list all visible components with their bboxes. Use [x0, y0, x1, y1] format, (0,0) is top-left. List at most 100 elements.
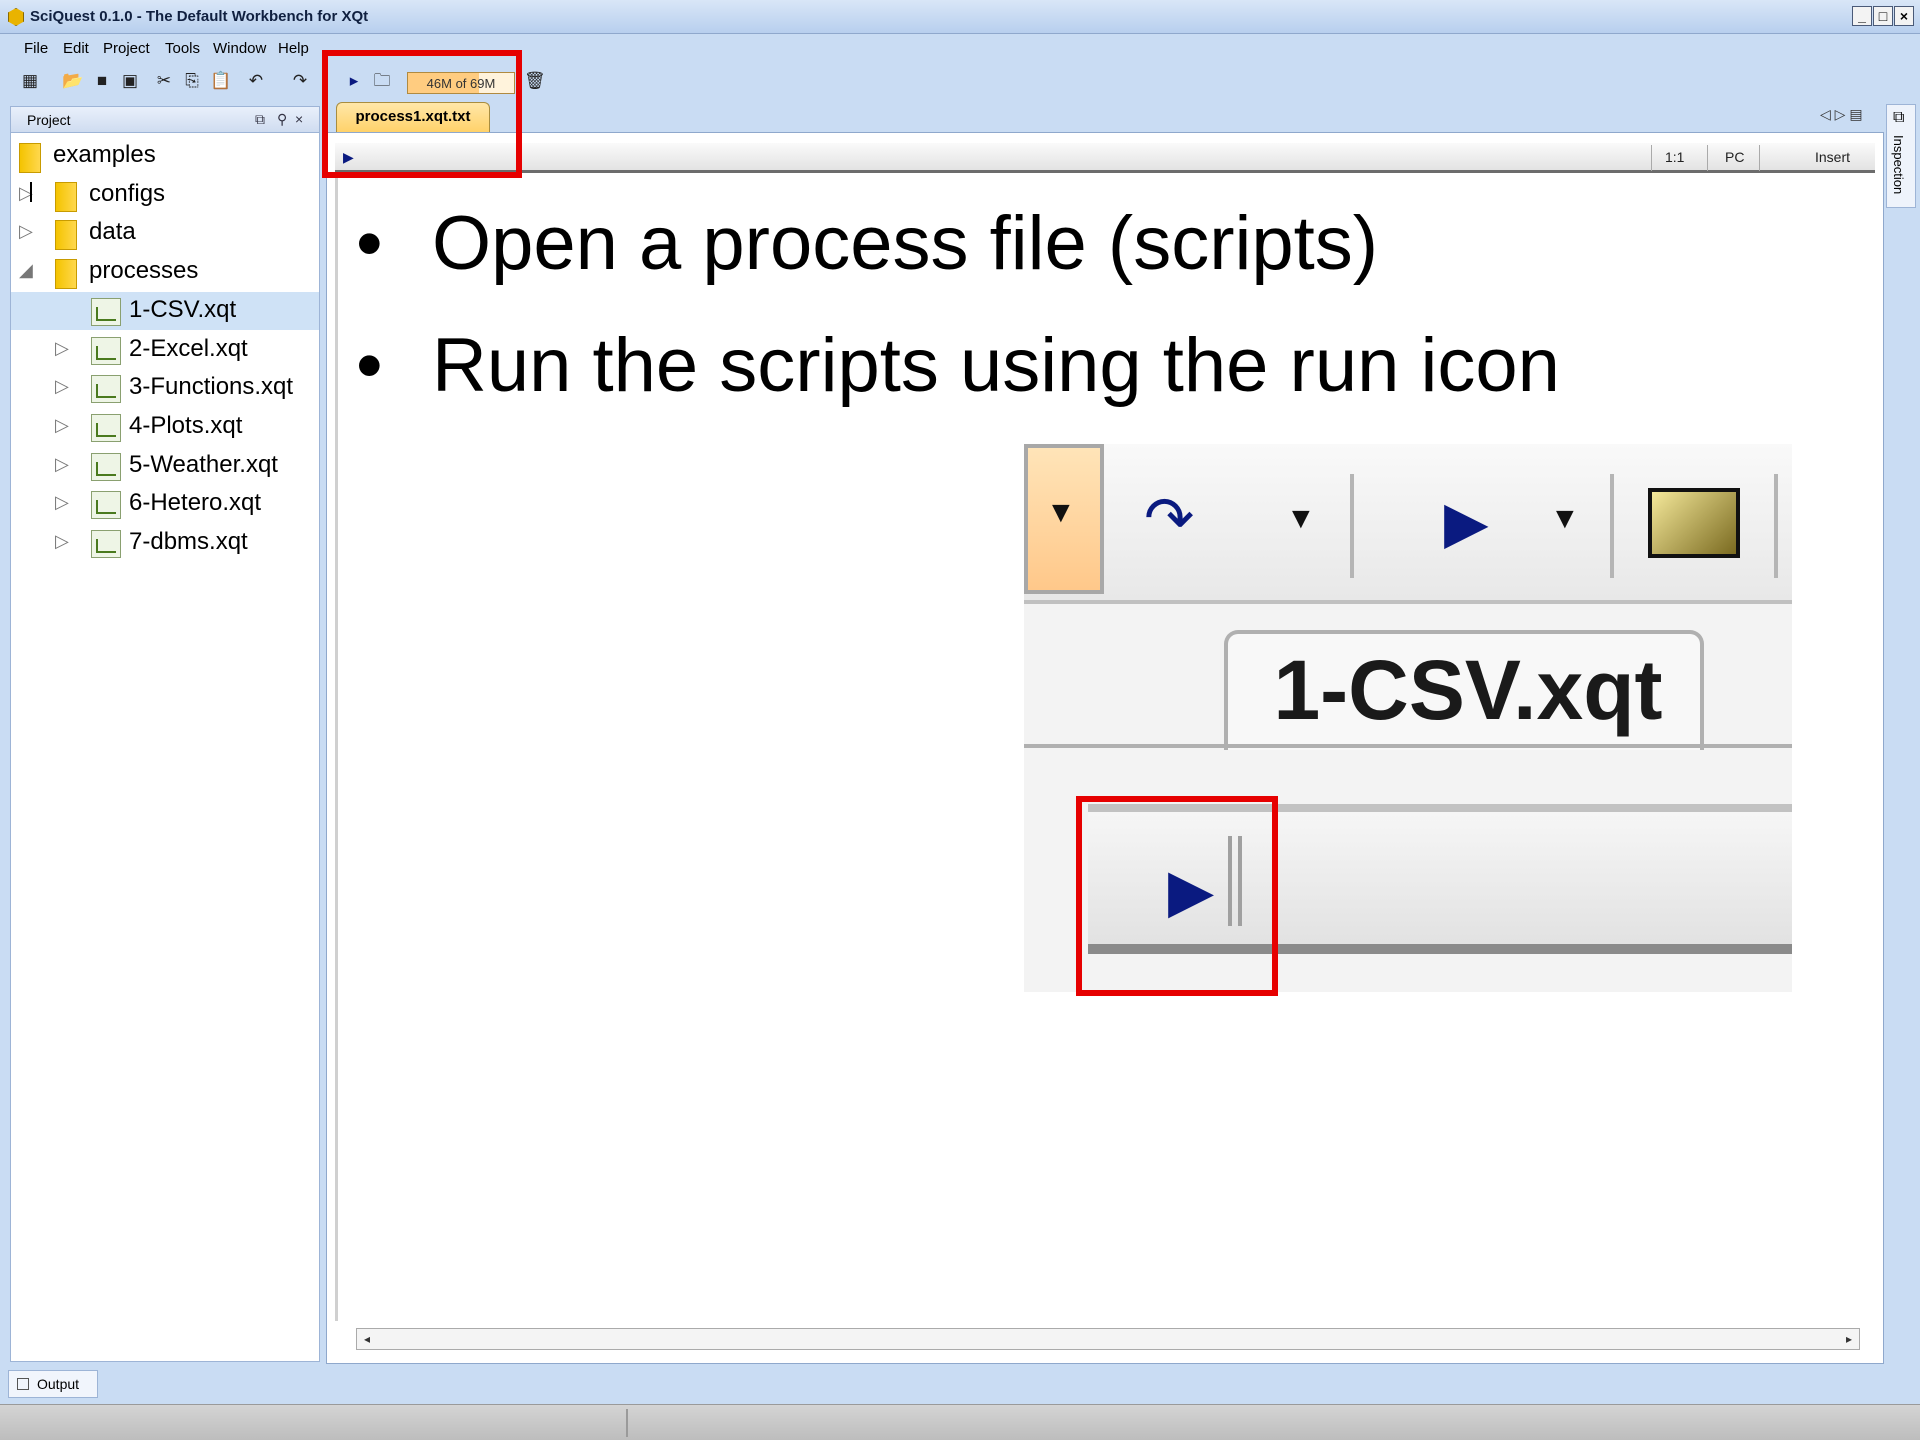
- cut-icon[interactable]: ✂: [154, 71, 174, 91]
- tree-item-label: 1-CSV.xqt: [129, 295, 237, 323]
- scroll-right-icon[interactable]: ▸: [1840, 1330, 1858, 1348]
- project-panel: Project ⧉ ⚲ × examples ▷ configs ▷ data ◢ proc…: [10, 106, 320, 1362]
- collapsed-arrow-icon[interactable]: ▷: [55, 415, 69, 436]
- menu-project[interactable]: Project: [103, 40, 150, 57]
- process-file-icon: [91, 491, 121, 520]
- tab-navigation[interactable]: ◁ ▷ ▤: [1820, 106, 1863, 123]
- minimize-button[interactable]: _: [1852, 6, 1872, 26]
- highlight-run-icon: [1076, 796, 1278, 996]
- text-caret: [30, 182, 32, 202]
- tree-file[interactable]: ▷ 5-Weather.xqt: [11, 447, 319, 485]
- process-file-icon: [91, 452, 121, 481]
- float-icon[interactable]: ⧉: [255, 111, 265, 128]
- tree-item-label: 5-Weather.xqt: [129, 450, 278, 478]
- output-icon: [17, 1378, 29, 1390]
- cursor-position: 1:1: [1665, 149, 1685, 165]
- run-icon: ▶: [1444, 490, 1489, 555]
- inset-tab: 1-CSV.xqt: [1224, 630, 1704, 750]
- title-bar: SciQuest 0.1.0 - The Default Workbench f…: [0, 0, 1920, 34]
- line-ending: PC: [1725, 149, 1745, 165]
- tree-file[interactable]: ▷ 6-Hetero.xqt: [11, 485, 319, 523]
- menu-tools[interactable]: Tools: [165, 40, 200, 57]
- open-folder-icon[interactable]: 📂: [62, 71, 83, 91]
- highlight-run-toolbar: [322, 50, 522, 178]
- tree-folder[interactable]: ▷ configs: [11, 176, 319, 214]
- copy-icon[interactable]: ⎘: [182, 71, 202, 91]
- app-icon: [8, 8, 24, 26]
- redo-icon[interactable]: ↷: [290, 71, 310, 91]
- collapsed-arrow-icon[interactable]: ▷: [55, 338, 69, 359]
- garbage-collect-icon[interactable]: 🗑: [524, 71, 546, 91]
- panel-close-icon[interactable]: ×: [295, 111, 303, 127]
- insert-mode: Insert: [1815, 149, 1851, 165]
- new-file-icon[interactable]: ▦: [20, 71, 40, 91]
- chevron-down-icon: ▼: [1286, 502, 1316, 535]
- folder-icon: [55, 220, 77, 251]
- inspection-icon: ⧉: [1893, 109, 1905, 126]
- collapsed-arrow-icon[interactable]: ▷: [55, 454, 69, 475]
- tree-file[interactable]: ▷ 2-Excel.xqt: [11, 331, 319, 369]
- inset-toolbar: ▼ ↷ ▼ ▶ ▼: [1024, 444, 1792, 604]
- process-file-icon: [91, 375, 121, 404]
- tree-file[interactable]: ▷ 3-Functions.xqt: [11, 369, 319, 407]
- menu-file[interactable]: File: [24, 40, 48, 57]
- maximize-button[interactable]: □: [1873, 6, 1893, 26]
- output-tab[interactable]: Output: [8, 1370, 98, 1398]
- inset-dropdown-button: ▼: [1024, 444, 1104, 594]
- process-file-icon: [91, 297, 121, 326]
- tree-file[interactable]: ▷ 4-Plots.xqt: [11, 408, 319, 446]
- collapsed-arrow-icon[interactable]: ▷: [19, 221, 33, 242]
- undo-icon[interactable]: ↶: [246, 71, 266, 91]
- project-header: Project ⧉ ⚲ ×: [11, 107, 319, 133]
- menu-bar: File Edit Project Tools Window Help: [0, 34, 1920, 64]
- collapsed-arrow-icon[interactable]: ▷: [55, 531, 69, 552]
- scroll-left-icon[interactable]: ◂: [358, 1330, 376, 1348]
- menu-edit[interactable]: Edit: [63, 40, 89, 57]
- tree-file[interactable]: 1-CSV.xqt: [11, 291, 319, 330]
- menu-window[interactable]: Window: [213, 40, 266, 57]
- folder-icon: [55, 181, 77, 212]
- editor-toolbar: ▶ 1:1 PC Insert: [335, 143, 1875, 173]
- collapsed-arrow-icon[interactable]: ▷: [55, 492, 69, 513]
- inspection-panel-tab[interactable]: ⧉ Inspection: [1886, 104, 1916, 208]
- tree-file[interactable]: ▷ 7-dbms.xqt: [11, 524, 319, 562]
- pin-icon[interactable]: ⚲: [277, 111, 287, 128]
- save-icon[interactable]: ■: [92, 71, 112, 91]
- tree-item-label: 3-Functions.xqt: [129, 373, 294, 401]
- paste-icon[interactable]: 📋: [210, 71, 231, 91]
- status-separator: [626, 1409, 628, 1437]
- window-title: SciQuest 0.1.0 - The Default Workbench f…: [30, 8, 369, 25]
- tree-item-label: 7-dbms.xqt: [129, 528, 248, 555]
- save-all-icon[interactable]: ▣: [120, 71, 140, 91]
- chevron-down-icon: ▼: [1550, 502, 1580, 535]
- inspection-label: Inspection: [1891, 135, 1906, 195]
- bullet-text: Run the scripts using the run icon: [432, 323, 1560, 408]
- output-label: Output: [37, 1376, 80, 1392]
- inset-tab-label: 1-CSV.xqt: [1273, 643, 1663, 737]
- horizontal-scrollbar[interactable]: ◂ ▸: [356, 1328, 1860, 1350]
- chevron-down-icon: ▼: [1046, 496, 1076, 529]
- open-process-icon: [1648, 488, 1740, 558]
- tree-folder[interactable]: ▷ data: [11, 214, 319, 252]
- tree-item-label: data: [89, 218, 136, 246]
- expanded-arrow-icon[interactable]: ◢: [19, 260, 33, 281]
- tree-item-label: configs: [89, 179, 166, 207]
- tree-item-label: examples: [53, 141, 156, 168]
- tree-item-label: 6-Hetero.xqt: [129, 489, 262, 517]
- tree-folder[interactable]: examples: [11, 137, 319, 175]
- tree-item-label: 2-Excel.xqt: [129, 334, 248, 362]
- tree-item-label: processes: [89, 257, 199, 285]
- process-file-icon: [91, 413, 121, 442]
- tree-folder[interactable]: ◢ processes: [11, 253, 319, 291]
- folder-icon: [55, 259, 77, 290]
- status-bar: [0, 1404, 1920, 1440]
- project-title: Project: [27, 112, 71, 128]
- bullet-text: Open a process file (scripts): [432, 201, 1379, 286]
- process-file-icon: [91, 530, 121, 558]
- inset-tab-baseline: [1024, 744, 1792, 748]
- tree-item-label: 4-Plots.xqt: [129, 411, 243, 439]
- process-file-icon: [91, 336, 121, 365]
- collapsed-arrow-icon[interactable]: ▷: [55, 376, 69, 397]
- close-button[interactable]: ×: [1894, 6, 1914, 26]
- menu-help[interactable]: Help: [278, 40, 309, 57]
